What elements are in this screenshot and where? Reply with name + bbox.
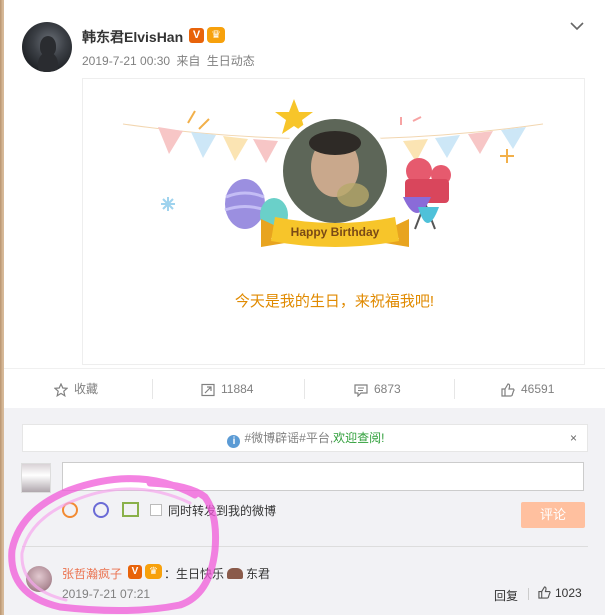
star-outline-icon — [54, 382, 68, 397]
bunting-flag — [191, 132, 216, 158]
post-action-bar: 收藏 11884 6873 46591 — [4, 368, 605, 408]
notice-link[interactable]: 欢迎查阅! — [333, 431, 384, 445]
comment-count: 6873 — [374, 382, 401, 396]
easter-egg-icon — [225, 179, 265, 229]
current-user-avatar — [21, 463, 51, 493]
post-date[interactable]: 2019-7-21 00:30 — [82, 54, 170, 68]
sparkle-icon — [400, 116, 422, 125]
bunting-flag — [158, 127, 183, 154]
divider — [152, 379, 153, 399]
bunting-flag — [435, 135, 460, 158]
thumbs-up-icon — [501, 383, 515, 397]
bunting-flag — [223, 136, 248, 161]
cake-icon — [227, 568, 244, 579]
comment-icon — [354, 384, 368, 397]
sparkle-icon — [500, 149, 514, 163]
submit-comment-button[interactable]: 评论 — [521, 502, 585, 528]
commenter-name[interactable]: 张哲瀚疯子 — [62, 565, 122, 582]
like-count: 46591 — [521, 382, 555, 396]
repost-button[interactable]: 11884 — [201, 369, 253, 409]
comment-input[interactable] — [62, 462, 584, 491]
commenter-avatar[interactable] — [26, 566, 52, 592]
divider — [528, 588, 529, 600]
crown-icon[interactable]: ♛ — [145, 564, 162, 579]
divider — [22, 546, 588, 547]
close-icon[interactable]: × — [570, 431, 577, 445]
banner-text: Happy Birthday — [291, 225, 380, 239]
comment-time: 2019-7-21 07:21 — [62, 587, 151, 601]
notice-text: i #微博辟谣#平台,欢迎查阅! — [23, 425, 589, 451]
comment-text-after: 东君 — [246, 567, 271, 581]
comment-like-button[interactable]: 1023 — [538, 586, 582, 600]
birthday-illustration: Happy Birthday — [122, 99, 544, 247]
comment-text-before: ：生日快乐 — [164, 567, 225, 581]
notice-prefix[interactable]: #微博辟谣#平台, — [244, 431, 333, 445]
like-button[interactable]: 46591 — [501, 369, 554, 409]
birthday-card: Happy Birthday 今天是我的生日，来祝福我吧! — [82, 78, 585, 365]
bunting-flag — [501, 127, 526, 149]
image-icon[interactable] — [122, 502, 139, 517]
comment-button[interactable]: 6873 — [354, 369, 401, 409]
reply-button[interactable]: 回复 — [494, 587, 518, 604]
repost-count: 11884 — [221, 382, 254, 396]
author-avatar[interactable] — [22, 22, 72, 72]
verified-badge[interactable]: V — [128, 565, 142, 579]
info-icon: i — [227, 435, 241, 448]
sticker-icon[interactable] — [93, 502, 109, 518]
comment-section: i #微博辟谣#平台,欢迎查阅! × 同时转发到我的微博 评论 张哲瀚疯子 V ♛… — [4, 408, 605, 615]
sparkle-icon — [161, 197, 175, 211]
sync-repost-checkbox[interactable] — [150, 504, 162, 516]
post-source-prefix: 来自 — [176, 54, 201, 68]
sparkle-icon — [187, 110, 210, 130]
favorite-button[interactable]: 收藏 — [54, 369, 98, 409]
favorite-label: 收藏 — [74, 382, 99, 396]
birthday-message: 今天是我的生日，来祝福我吧! — [234, 293, 435, 310]
sync-repost-label[interactable]: 同时转发到我的微博 — [168, 502, 276, 519]
bunting-flag — [468, 131, 493, 154]
divider — [454, 379, 455, 399]
post-meta: 2019-7-21 00:30 来自 生日动态 — [82, 52, 258, 69]
comment-text: ：生日快乐 东君 — [164, 565, 270, 582]
author-name[interactable]: 韩东君ElvisHan — [82, 27, 183, 47]
rumor-notice-bar: i #微博辟谣#平台,欢迎查阅! × — [22, 424, 588, 452]
comment-like-count: 1023 — [555, 586, 582, 600]
divider — [304, 379, 305, 399]
thumbs-up-icon — [538, 586, 551, 599]
bunting-flag — [253, 139, 278, 163]
crown-icon[interactable]: ♛ — [207, 27, 225, 43]
repost-icon — [201, 383, 215, 396]
verified-badge[interactable]: V — [189, 28, 204, 43]
chevron-down-icon[interactable] — [568, 20, 586, 34]
post-source[interactable]: 生日动态 — [207, 54, 255, 68]
emoji-icon[interactable] — [62, 502, 78, 518]
